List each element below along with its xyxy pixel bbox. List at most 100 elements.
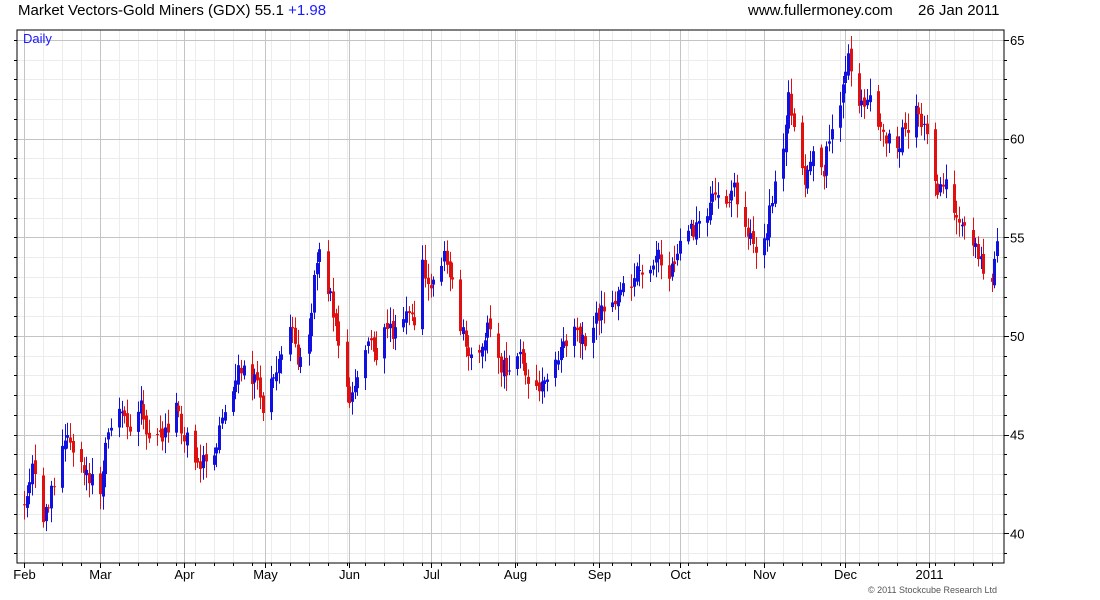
candle-body xyxy=(148,432,151,439)
candle-body xyxy=(50,485,53,509)
candle-body xyxy=(633,278,636,287)
x-tick-label: Mar xyxy=(89,567,112,582)
candle-body xyxy=(831,129,834,140)
candle-body xyxy=(405,311,408,323)
candle-body xyxy=(421,259,424,330)
candle-body xyxy=(194,430,197,463)
candle-body xyxy=(313,274,316,313)
candle-body xyxy=(23,504,26,506)
candle-body xyxy=(576,327,579,331)
candle-body xyxy=(430,285,433,289)
plot-frame xyxy=(16,29,1005,564)
candle-body xyxy=(432,279,435,285)
candle-body xyxy=(337,321,340,346)
candle-body xyxy=(936,183,939,195)
candle-body xyxy=(375,347,378,361)
candle-body xyxy=(888,133,891,144)
candle-body xyxy=(289,326,292,355)
candle-body xyxy=(717,195,720,198)
candle-body xyxy=(749,233,752,239)
candle-body xyxy=(652,265,655,270)
candle-body xyxy=(69,437,72,443)
candle-body xyxy=(560,347,563,361)
candle-body xyxy=(812,151,815,167)
x-axis: Feb Mar Apr May Jun Jul Aug Sep Oct Nov Dec 2011 xyxy=(13,563,993,582)
candle-body xyxy=(186,432,189,446)
period-label: Daily xyxy=(23,31,52,46)
candle-body xyxy=(866,99,869,106)
candle-body xyxy=(467,347,470,357)
candle-body xyxy=(346,341,349,387)
candle-body xyxy=(879,121,882,127)
candle-body xyxy=(505,357,508,376)
candle-body xyxy=(546,379,549,382)
x-tick-label: Dec xyxy=(834,567,858,582)
candle-body xyxy=(801,122,804,169)
candle-body xyxy=(278,358,281,374)
candle-body xyxy=(411,312,414,315)
candle-body xyxy=(356,377,359,389)
y-tick-label: 45 xyxy=(1010,428,1024,443)
y-tick-label: 55 xyxy=(1010,230,1024,245)
candle-body xyxy=(489,318,492,330)
candle-body xyxy=(714,192,717,195)
candle-body xyxy=(543,380,546,384)
candlestick-chart: Daily 40 45 50 55 60 65 Feb Mar Apr May Jun Jul Aug… xyxy=(13,29,1024,582)
candle-body xyxy=(394,327,397,339)
candle-body xyxy=(389,323,392,329)
candle-body xyxy=(730,190,733,201)
candle-body xyxy=(449,261,452,278)
candle-body xyxy=(202,455,205,469)
y-axis: 40 45 50 55 60 65 xyxy=(14,33,1024,554)
candle-body xyxy=(562,341,565,349)
candle-body xyxy=(484,340,487,351)
candle-body xyxy=(974,243,977,247)
candle-body xyxy=(668,265,671,279)
candle-body xyxy=(42,475,45,523)
candle-body xyxy=(863,97,866,107)
candle-body xyxy=(939,184,942,193)
x-tick-label: Aug xyxy=(504,567,527,582)
candle-body xyxy=(557,360,560,365)
candle-body xyxy=(649,269,652,274)
candle-body xyxy=(270,378,273,413)
candle-body xyxy=(516,356,519,370)
candle-body xyxy=(351,392,354,402)
candle-body xyxy=(771,203,774,207)
candle-body xyxy=(603,306,606,312)
candle-body xyxy=(592,327,595,343)
candle-body xyxy=(527,376,530,384)
candle-body xyxy=(237,365,240,385)
chart-grid xyxy=(17,30,1004,563)
candle-body xyxy=(972,230,975,246)
candle-body xyxy=(641,272,644,275)
candle-body xyxy=(917,107,920,115)
candle-body xyxy=(308,334,311,354)
candle-body xyxy=(413,317,416,326)
candle-body xyxy=(763,238,766,256)
candle-body xyxy=(240,367,243,374)
candle-body xyxy=(177,405,180,412)
candle-body xyxy=(709,202,712,221)
candle-body xyxy=(64,440,67,450)
candle-body xyxy=(221,417,224,424)
candle-body xyxy=(847,53,850,76)
candle-body xyxy=(958,219,961,223)
candle-body xyxy=(497,333,500,358)
candle-body xyxy=(402,319,405,328)
candle-body xyxy=(657,249,660,260)
candle-body xyxy=(774,181,777,204)
candle-body xyxy=(196,457,199,463)
candle-body xyxy=(614,300,617,305)
candle-body xyxy=(725,196,728,204)
x-tick-label: Jun xyxy=(339,567,360,582)
candle-body xyxy=(61,445,64,488)
candle-body xyxy=(224,412,227,421)
candle-body xyxy=(573,326,576,346)
candle-body xyxy=(470,354,473,359)
candle-body xyxy=(99,473,102,495)
candle-body xyxy=(205,454,208,462)
candle-body xyxy=(982,253,985,274)
candles xyxy=(23,36,999,532)
candle-body xyxy=(367,341,370,346)
